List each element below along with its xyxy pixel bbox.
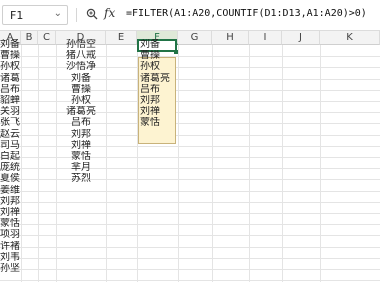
cell-A3[interactable]: 孙权 [0,61,20,72]
cell-F1[interactable]: 刘备 [140,39,176,50]
cell-D13[interactable]: 苏烈 [56,173,106,184]
cell-A11[interactable]: 白起 [0,151,20,162]
cell-A6[interactable]: 貂蝉 [0,95,20,106]
fx-icon[interactable]: fx [104,6,115,20]
cell-F5[interactable]: 吕布 [140,84,176,95]
cell-D4[interactable]: 刘备 [56,73,106,84]
cell-A15[interactable]: 刘邦 [0,196,20,207]
name-box-value: F1 [10,9,24,22]
cell-A9[interactable]: 赵云 [0,129,20,140]
column-header-b[interactable]: B [21,31,38,45]
cell-D10[interactable]: 刘禅 [56,140,106,151]
cell-A7[interactable]: 关羽 [0,106,20,117]
cell-F3[interactable]: 孙权 [140,61,176,72]
cell-A12[interactable]: 庞统 [0,162,20,173]
cell-A5[interactable]: 吕布 [0,84,20,95]
cell-A20[interactable]: 刘韦 [0,252,20,263]
cell-D8[interactable]: 吕布 [56,117,106,128]
column-header-c[interactable]: C [38,31,56,45]
cell-F7[interactable]: 刘禅 [140,106,176,117]
cell-D11[interactable]: 蒙恬 [56,151,106,162]
cell-F8[interactable]: 蒙恬 [140,117,176,128]
cell-A4[interactable]: 诸葛亮 [0,73,20,84]
column-header-g[interactable]: G [178,31,212,45]
grid-hline [0,235,380,236]
cell-D3[interactable]: 沙悟净 [56,61,106,72]
cell-D1[interactable]: 孙悟空 [56,39,106,50]
column-header-k[interactable]: K [320,31,380,45]
grid-hline [0,247,380,248]
grid-hline [0,213,380,214]
cell-D6[interactable]: 孙权 [56,95,106,106]
cell-A13[interactable]: 夏侯惇 [0,173,20,184]
cell-F4[interactable]: 诸葛亮 [140,73,176,84]
cell-A8[interactable]: 张飞 [0,117,20,128]
chevron-down-icon[interactable]: ⌄ [54,8,62,19]
column-header-e[interactable]: E [106,31,137,45]
cell-D5[interactable]: 曹操 [56,84,106,95]
grid-hline [0,224,380,225]
divider [76,8,77,22]
grid-hline [0,191,380,192]
cell-A2[interactable]: 曹操 [0,50,20,61]
grid-hline [0,280,380,281]
cell-D12[interactable]: 芈月 [56,162,106,173]
cell-D2[interactable]: 猪八戒 [56,50,106,61]
cell-A18[interactable]: 项羽 [0,229,20,240]
column-header-h[interactable]: H [212,31,249,45]
cell-F2[interactable]: 曹操 [140,50,176,61]
cell-A19[interactable]: 许褚 [0,241,20,252]
formula-input[interactable]: =FILTER(A1:A20,COUNTIF(D1:D13,A1:A20)>0) [126,8,367,19]
column-header-i[interactable]: I [249,31,282,45]
cell-D7[interactable]: 诸葛亮 [56,106,106,117]
formula-bar: F1 ⌄ fx =FILTER(A1:A20,COUNTIF(D1:D13,A1… [0,0,380,31]
grid-hline [0,269,380,270]
cell-D9[interactable]: 刘邦 [56,129,106,140]
cell-A10[interactable]: 司马懿 [0,140,20,151]
grid-hline [0,258,380,259]
column-header-j[interactable]: J [282,31,320,45]
cell-A21[interactable]: 孙坚 [0,263,20,274]
zoom-icon[interactable] [86,8,98,20]
grid-hline [0,202,380,203]
cell-F6[interactable]: 刘邦 [140,95,176,106]
cell-A17[interactable]: 蒙恬 [0,218,20,229]
cell-A16[interactable]: 刘禅 [0,207,20,218]
name-box[interactable]: F1 ⌄ [2,5,68,25]
cell-A1[interactable]: 刘备 [0,39,20,50]
cell-A14[interactable]: 姜维 [0,185,20,196]
